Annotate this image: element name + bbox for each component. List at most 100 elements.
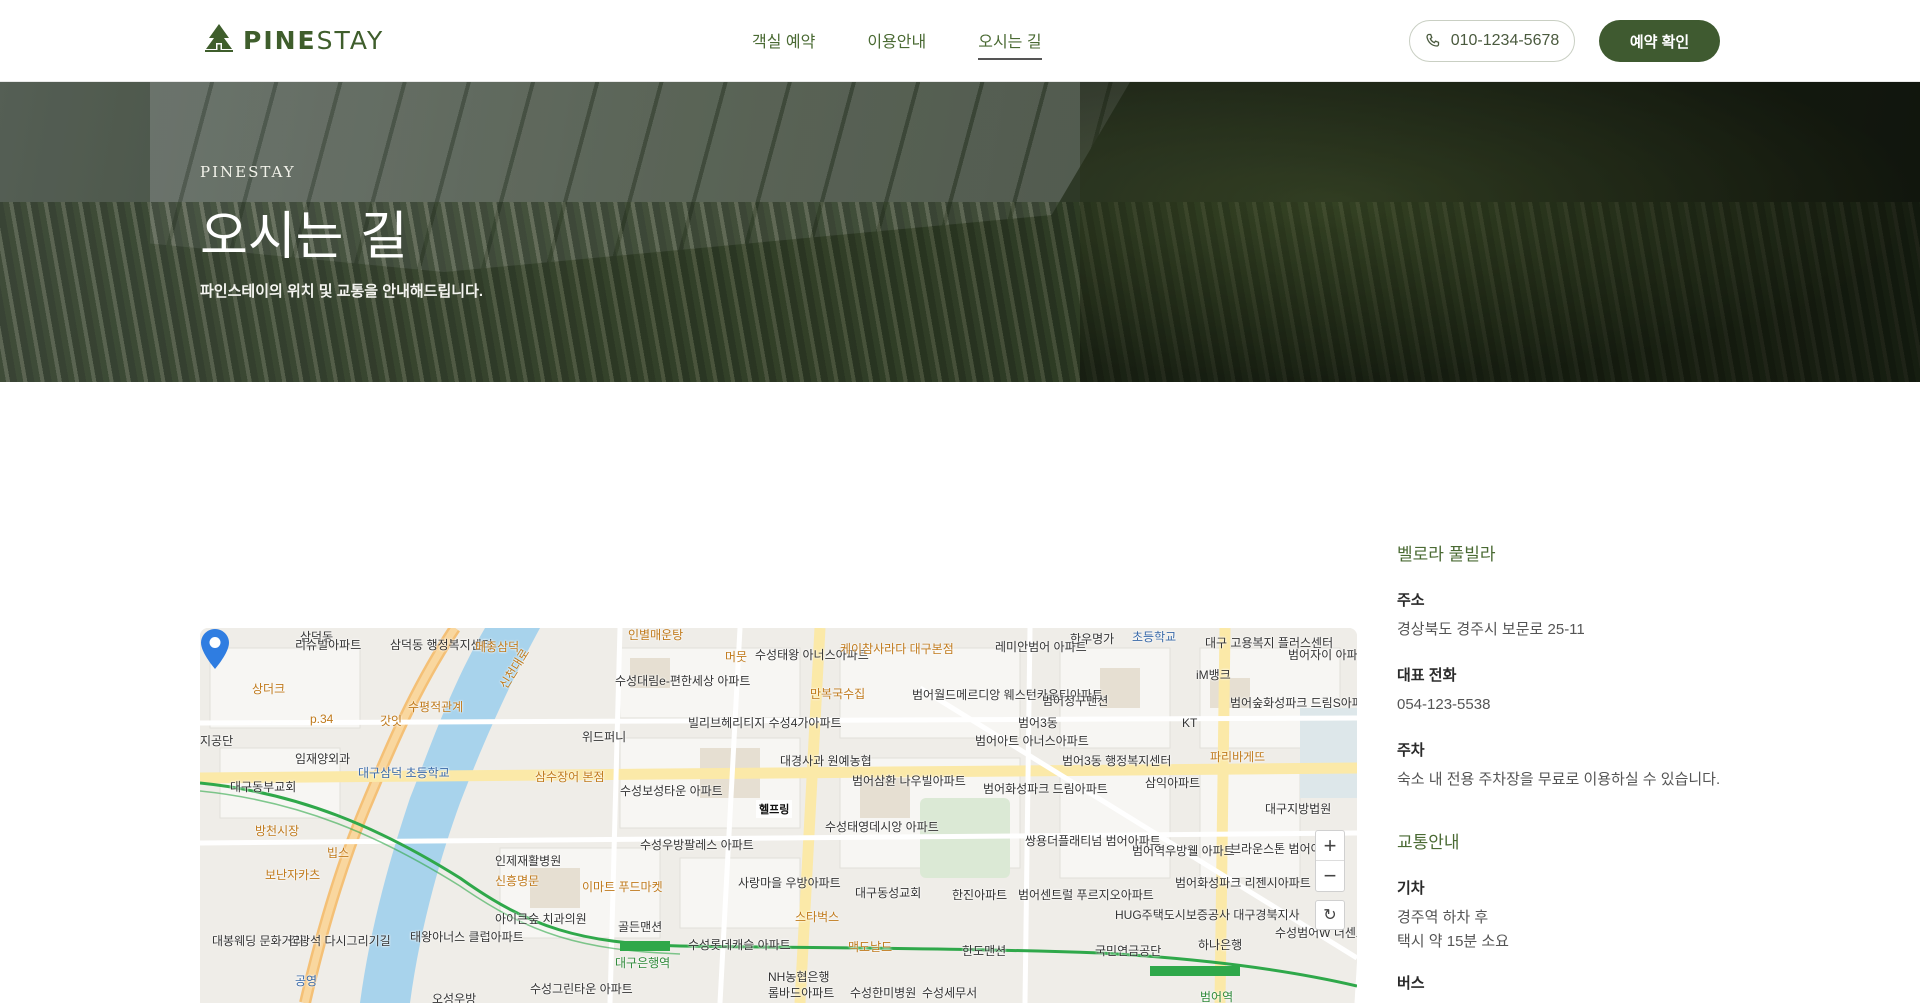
map-label: 대구은행역 (615, 956, 671, 970)
zoom-out-button[interactable]: − (1316, 861, 1344, 891)
map-label: 한도맨션 (962, 944, 1007, 958)
map-label: 이마트 푸드마켓 (582, 880, 663, 894)
address-value: 경상북도 경주시 보문로 25-11 (1397, 621, 1585, 638)
train-line-1: 경주역 하차 후 (1397, 909, 1489, 926)
map-label: 상더크 (252, 682, 286, 696)
zoom-in-button[interactable]: + (1316, 831, 1344, 861)
map-label: 하나은행 (1198, 938, 1243, 952)
map-label: 한우명가 (1070, 632, 1115, 646)
nav-directions[interactable]: 오시는 길 (978, 28, 1042, 60)
map-label: 삼익아파트 (1145, 776, 1201, 790)
map-label: 수성보성타운 아파트 (620, 784, 723, 798)
booking-check-button[interactable]: 예약 확인 (1599, 20, 1720, 62)
logo-text: PINESTAY (243, 25, 385, 55)
map-label: 케이참사라다 대구본점 (840, 642, 954, 656)
phone-icon (1426, 33, 1439, 47)
map-label: 사랑마을 우방아파트 (738, 876, 841, 890)
map-label: 골든맨션 (618, 920, 663, 934)
map-label: 범어3동 행정복지센터 (1062, 754, 1172, 768)
bus-label: 버스 (1397, 975, 1425, 992)
map-label: 범어센트럴 푸르지오아파트 (1018, 888, 1154, 902)
map-label: iM뱅크 (1196, 668, 1231, 682)
logo[interactable]: PINESTAY (203, 22, 384, 58)
map-label: 수성그린타운 아파트 (530, 982, 633, 996)
map-label: 수성대림e-편한세상 아파트 (615, 674, 751, 688)
location-pin-icon[interactable] (200, 628, 230, 670)
hero-subtitle: 파인스테이의 위치 및 교통을 안내해드립니다. (200, 283, 484, 300)
map-label: 파리바게뜨 (1210, 750, 1266, 764)
map-label: 롬바드아파트 (768, 986, 835, 1000)
phone-label: 대표 전화 (1397, 667, 1457, 684)
map-label: 수성우방팔레스 아파트 (640, 838, 754, 852)
parking-label: 주차 (1397, 742, 1425, 759)
train-value: 경주역 하차 후 택시 약 15분 소요 (1397, 906, 1727, 954)
map-label: 위드퍼니 (582, 730, 627, 744)
map-label: 대구동부교회 (230, 780, 297, 794)
address-label: 주소 (1397, 592, 1425, 609)
pine-tree-logo-icon (205, 24, 233, 52)
map-label: 수성한미병원 (850, 986, 917, 1000)
map-label: 지공단 (200, 734, 234, 748)
map-label: 범어청구맨션 (1042, 694, 1109, 708)
map-label: KT (1182, 716, 1198, 730)
map-label: 범어3동 (1018, 716, 1058, 730)
nav-room-booking[interactable]: 객실 예약 (752, 28, 815, 60)
parking-value: 숙소 내 전용 주차장을 무료로 이용하실 수 있습니다. (1397, 771, 1721, 788)
map-label: 맥도날드 (848, 940, 893, 954)
map-label: 수평적관계 (408, 700, 464, 714)
location-info: 벨로라 풀빌라 주소 경상북도 경주시 보문로 25-11 대표 전화 054-… (1397, 540, 1727, 1001)
map-label: 인별매운탕 (628, 628, 684, 642)
map-label: 범어삼환 나우빌아파트 (852, 774, 966, 788)
page-title: 오시는 길 (200, 207, 408, 267)
map-label: 갓잇 (380, 714, 403, 728)
map-label: 아이큰숲 치과의원 (495, 912, 587, 926)
map-label: 대구동성교회 (855, 886, 922, 900)
map-label: 리슈빌아파트 (295, 638, 362, 652)
map-label: 빌리브헤리티지 수성4가아파트 (688, 716, 842, 730)
map-label: 오성우방 (432, 992, 477, 1003)
phone-number: 010-1234-5678 (1450, 32, 1560, 49)
map-label: 태왕아너스 클럽아파트 (410, 930, 524, 944)
map-label: 삼수장어 본점 (535, 770, 605, 784)
map-label: 대봉웨딩 문화거리 (212, 934, 304, 948)
map-label: 국민연금공단 (1095, 944, 1162, 958)
place-name: 벨로라 풀빌라 (1397, 545, 1496, 564)
map-label: p.34 (310, 712, 334, 726)
map-label: 수성롯데캐슬 아파트 (688, 938, 791, 952)
main-nav: 객실 예약 이용안내 오시는 길 (752, 28, 1094, 60)
train-line-2: 택시 약 15분 소요 (1397, 933, 1509, 950)
nav-guide[interactable]: 이용안내 (867, 28, 926, 60)
phone-value: 054-123-5538 (1397, 696, 1491, 713)
map-label: 범어역 (1200, 990, 1234, 1003)
map-label: 빕스 (327, 846, 350, 860)
map-label: 대구지방법원 (1265, 802, 1332, 816)
map-label: 수성태영데시앙 아파트 (825, 820, 939, 834)
map-label: NH농협은행 (768, 970, 830, 984)
map-label: 범어숲화성파크 드림S아파트 (1230, 696, 1357, 710)
map-label: HUG주택도시보증공사 대구경북지사 (1115, 908, 1300, 922)
hero-eyebrow: PINESTAY (200, 163, 296, 181)
map-label: 인제재활병원 (495, 854, 562, 868)
phone-button[interactable]: 010-1234-5678 (1409, 20, 1575, 62)
location-map[interactable]: 삼덕동 리슈빌아파트 삼덕동 행정복지센터 메종삼덕 신천대로 인별매운탕 머뭇… (200, 628, 1357, 1003)
map-label: 스타벅스 (795, 910, 840, 924)
map-label: 한진아파트 (952, 888, 1008, 902)
map-label: 보난자카츠 (265, 868, 321, 882)
map-label: 범어자이 아파트 (1288, 648, 1357, 662)
map-label: 만복국수집 (810, 687, 866, 701)
map-label: 대구삼덕 초등학교 (358, 766, 450, 780)
pin-label: 헬프링 (756, 800, 793, 818)
map-label: 범어화성파크 드림아파트 (983, 782, 1108, 796)
map-reset-button[interactable]: ↻ (1315, 900, 1345, 930)
map-label: 대경사과 원예농협 (780, 754, 872, 768)
map-label: 초등학교 (1132, 630, 1177, 644)
map-label: 공영 (295, 974, 318, 988)
zoom-control: + − (1315, 830, 1345, 892)
map-label: 머뭇 (725, 650, 748, 664)
map-label: 신흥명문 (495, 874, 540, 888)
map-label: 임재양외과 (295, 752, 351, 766)
map-label: 범어아트 아너스아파트 (975, 734, 1089, 748)
hero-banner: PINESTAY 오시는 길 파인스테이의 위치 및 교통을 안내해드립니다. (0, 82, 1920, 382)
map-label: 범어역우방웰 아파트 (1132, 844, 1235, 858)
site-header: PINESTAY 객실 예약 이용안내 오시는 길 010-1234-5678 … (0, 0, 1920, 82)
